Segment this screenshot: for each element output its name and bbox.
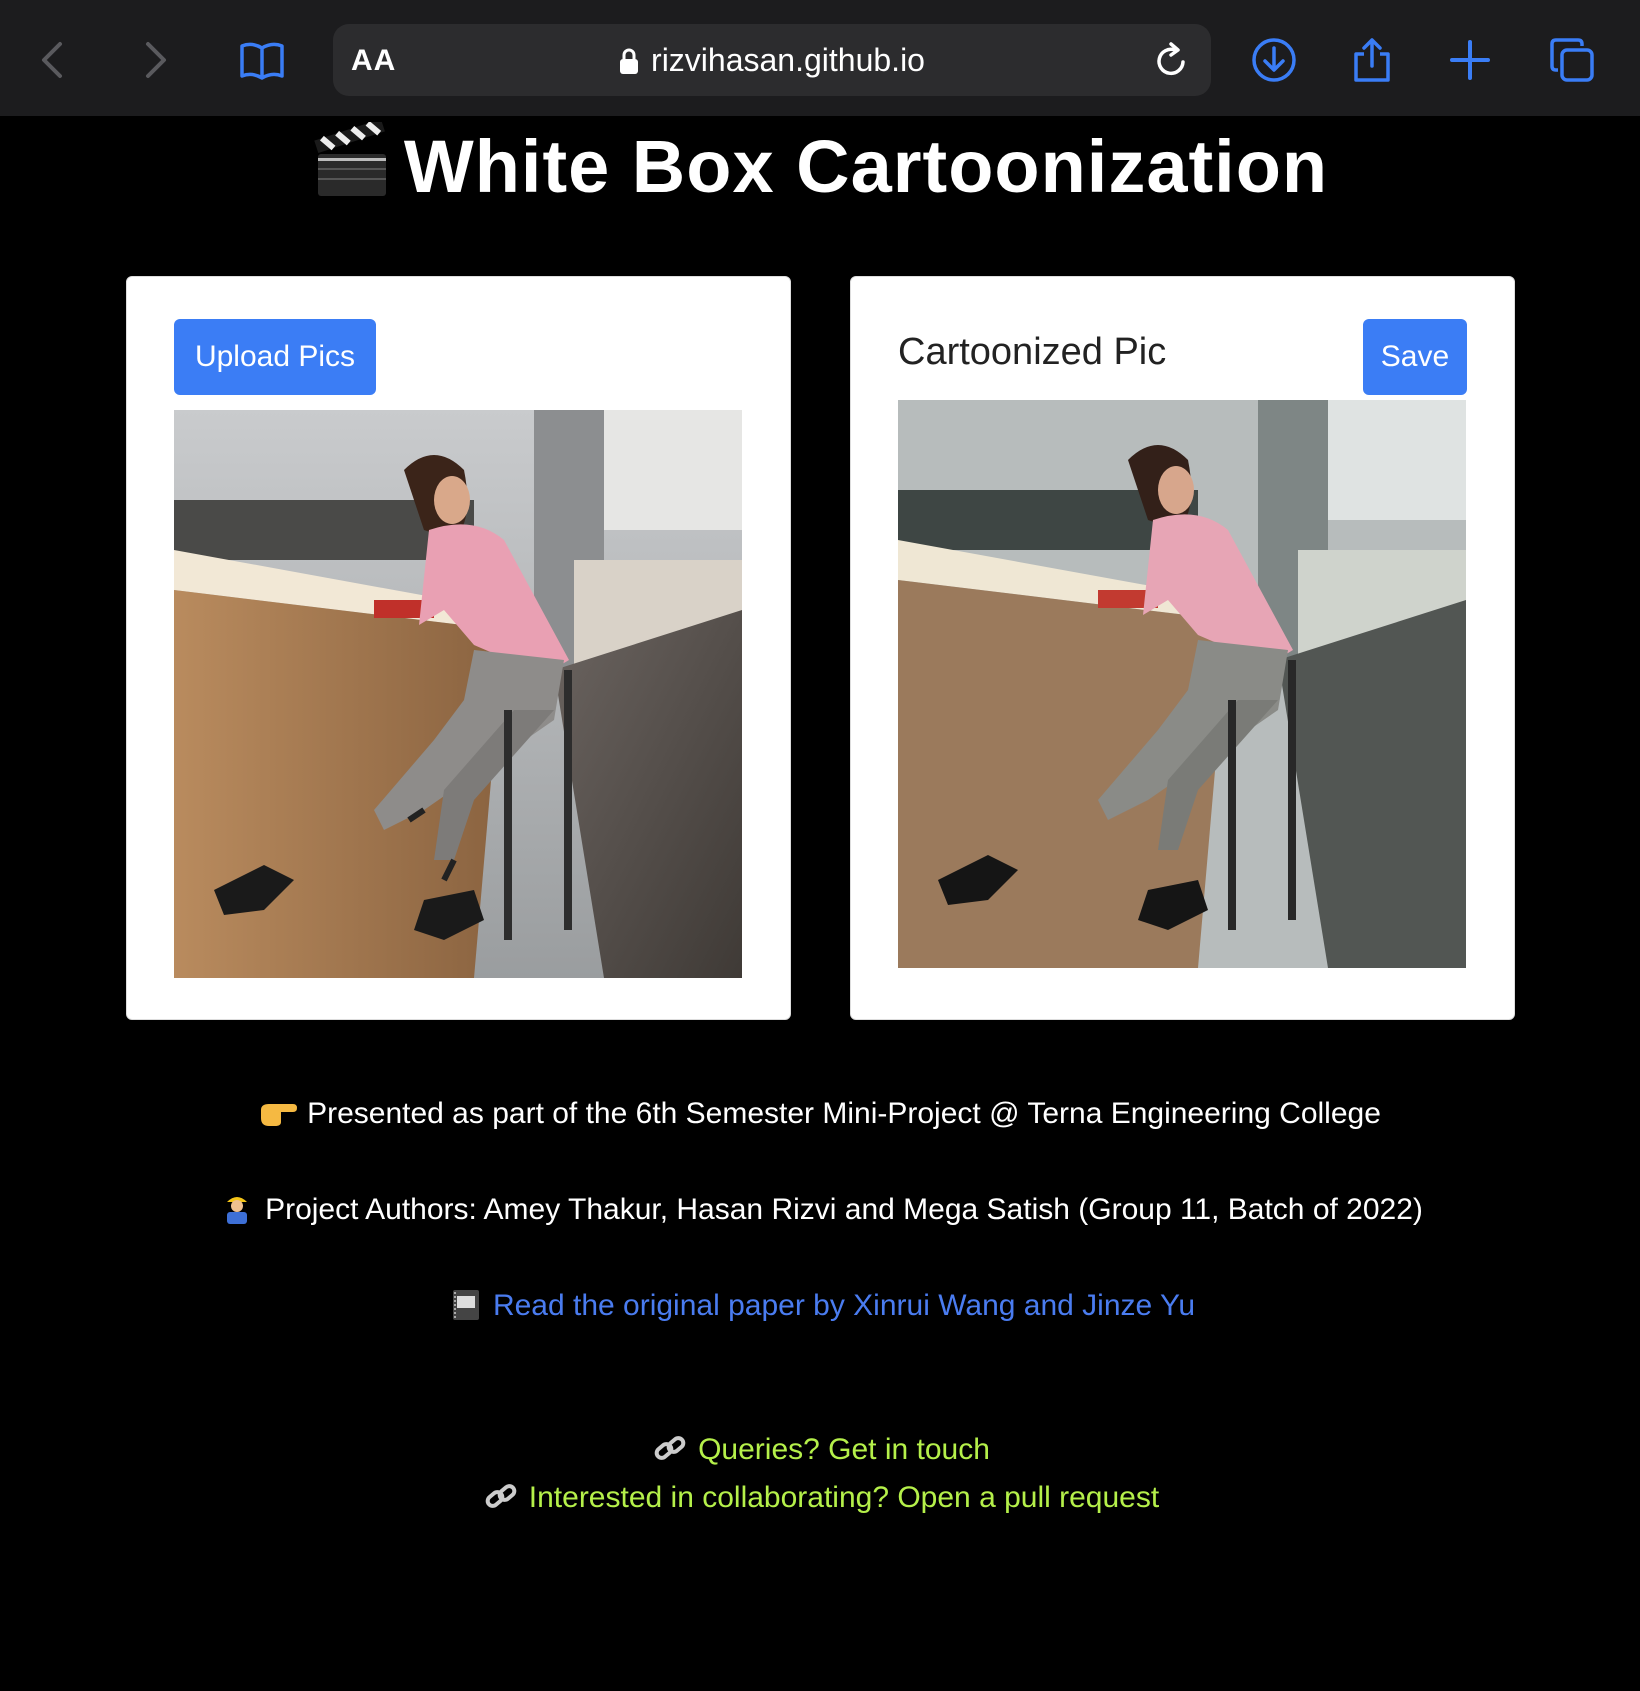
notebook-icon	[445, 1288, 485, 1320]
collab-note: Interested in collaborating? Open a pull…	[0, 1480, 1640, 1515]
presented-text: Presented as part of the 6th Semester Mi…	[307, 1097, 1381, 1130]
link-icon	[481, 1480, 521, 1512]
tabs-icon[interactable]	[1544, 32, 1600, 88]
save-button[interactable]: Save	[1363, 319, 1467, 395]
clapper-board-icon	[312, 118, 392, 200]
page-title-text: White Box Cartoonization	[403, 125, 1329, 208]
collab-link[interactable]: Interested in collaborating? Open a pull…	[529, 1481, 1159, 1514]
cartoonized-card: Cartoonized Pic Save	[850, 276, 1515, 1020]
upload-pics-button[interactable]: Upload Pics	[174, 319, 376, 395]
reload-icon[interactable]	[1153, 42, 1191, 80]
share-icon[interactable]	[1344, 32, 1400, 88]
back-icon[interactable]	[26, 32, 82, 88]
page-title: White Box Cartoonization	[0, 118, 1640, 209]
browser-toolbar: AA rizvihasan.github.io	[0, 0, 1640, 116]
queries-link[interactable]: Queries? Get in touch	[698, 1433, 990, 1466]
forward-icon[interactable]	[126, 32, 182, 88]
address-bar[interactable]: AA rizvihasan.github.io	[333, 24, 1211, 96]
paper-note: Read the original paper by Xinrui Wang a…	[0, 1288, 1640, 1323]
url-text[interactable]: rizvihasan.github.io	[651, 42, 925, 79]
cartoonized-photo	[898, 400, 1466, 968]
authors-note: Project Authors: Amey Thakur, Hasan Rizv…	[0, 1192, 1640, 1227]
upload-card: Upload Pics	[126, 276, 791, 1020]
presented-note: Presented as part of the 6th Semester Mi…	[0, 1096, 1640, 1131]
construction-worker-icon	[217, 1192, 257, 1224]
download-icon[interactable]	[1246, 32, 1302, 88]
link-icon	[650, 1432, 690, 1464]
original-photo	[174, 410, 742, 978]
bookmarks-icon[interactable]	[234, 32, 290, 88]
authors-text: Project Authors: Amey Thakur, Hasan Rizv…	[265, 1193, 1423, 1226]
queries-note: Queries? Get in touch	[0, 1432, 1640, 1467]
new-tab-icon[interactable]	[1442, 32, 1498, 88]
pointing-hand-icon	[259, 1096, 299, 1128]
lock-icon	[619, 47, 639, 75]
paper-link[interactable]: Read the original paper by Xinrui Wang a…	[493, 1289, 1195, 1322]
cartoonized-heading: Cartoonized Pic	[898, 331, 1167, 373]
